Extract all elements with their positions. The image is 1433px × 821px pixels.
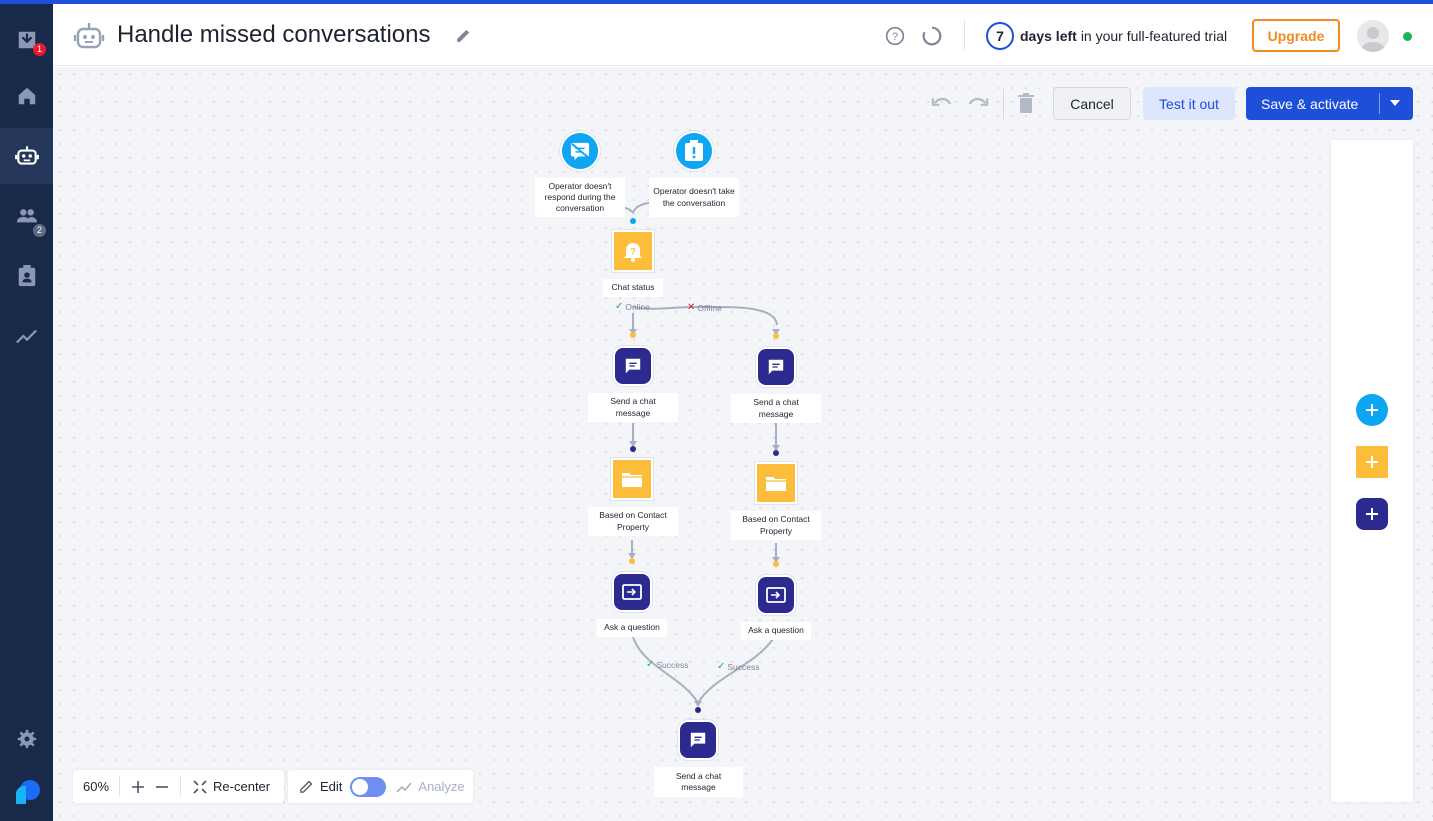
branch-online-label: Online [625,301,650,312]
chat-message-icon [690,732,706,748]
chat-message-icon [768,359,784,375]
cross-icon: ✕ [687,302,696,313]
zoom-in-icon[interactable] [132,780,145,793]
sidebar-item-analytics[interactable] [0,308,53,364]
zoom-controls: 60% Re-center [73,770,284,803]
online-status-dot [1403,32,1412,41]
pencil-icon [300,780,313,793]
help-icon[interactable]: ? [885,26,905,46]
folder-icon [766,477,786,491]
edit-mode-label[interactable]: Edit [320,779,342,794]
action-node-send-message-final[interactable] [678,720,718,760]
loading-icon[interactable] [922,26,942,46]
header-bar: Handle missed conversations ? 7 days lef… [53,4,1433,66]
branch-success-left-label: Success [656,659,689,670]
svg-text:?: ? [892,31,898,43]
sidebar-item-home[interactable] [0,68,53,124]
action-label-send-message-left: Send a chat message [588,393,678,422]
alert-clipboard-icon [685,140,703,161]
branch-online: ✓ Online [615,301,650,312]
ask-question-icon [766,587,786,603]
condition-label-contact-right: Based on Contact Property [731,511,821,540]
sidebar-item-contacts[interactable] [0,188,53,244]
zoom-out-icon[interactable] [156,781,169,793]
branch-success-right: ✓ Success [717,661,760,672]
branch-success-right-label: Success [727,661,760,672]
condition-label-contact-left: Based on Contact Property [588,507,678,536]
svg-text:?: ? [630,247,636,257]
edit-analyze-toggle[interactable] [350,776,387,797]
mode-controls: Edit Analyze [288,770,473,803]
sidebar-item-contact-card[interactable] [0,248,53,304]
user-avatar-icon [1361,27,1385,52]
trigger-label-not-taken: Operator doesn't take the conversation [649,178,739,217]
sidebar-item-inbox[interactable] [0,12,53,68]
trigger-node-not-taken[interactable] [674,131,714,171]
condition-label-chat-status: Chat status [603,279,663,297]
condition-node-chat-status[interactable]: ? [612,230,654,272]
trial-text: in your full-featured trial [1080,28,1228,44]
folder-icon [622,473,642,487]
trial-info: 7 days left in your full-featured trial [986,22,1227,50]
contacts-icon [16,209,37,223]
contact-card-icon [18,265,35,287]
ask-question-icon [622,584,642,600]
bot-icon [14,146,39,165]
edit-title-icon[interactable] [455,27,472,44]
branch-offline: ✕ Offline [687,302,722,313]
action-label-send-message-right: Send a chat message [731,394,821,423]
action-node-ask-right[interactable] [756,575,796,615]
check-icon: ✓ [717,661,726,672]
action-node-send-message-right[interactable] [756,347,796,387]
action-node-send-message-left[interactable] [613,346,653,386]
brand-logo-icon [15,780,40,804]
trigger-node-no-response[interactable] [560,131,600,171]
action-label-send-message-final: Send a chat message [654,767,743,797]
bot-icon [73,23,105,49]
branch-success-left: ✓ Success [646,659,689,670]
action-label-ask-left: Ask a question [597,619,667,637]
recenter-icon [193,779,207,794]
analyze-icon [396,781,413,793]
header-divider [964,20,965,50]
analyze-mode-label[interactable]: Analyze [418,779,464,794]
sidebar: 1 2 [0,4,53,821]
recenter-button[interactable]: Re-center [213,779,270,794]
condition-node-contact-right[interactable] [755,462,797,504]
trigger-label-no-response: Operator doesn't respond during the conv… [535,178,625,217]
sidebar-item-settings[interactable] [0,711,53,767]
sidebar-item-brand[interactable] [0,764,53,820]
page-title: Handle missed conversations [117,21,431,48]
trial-days-label: days left [1020,28,1077,44]
chat-off-icon [570,142,590,161]
zoom-level[interactable]: 60% [73,776,121,797]
inbox-badge: 1 [33,43,46,56]
flow-canvas[interactable]: Cancel Test it out Save & activate Opera… [53,67,1433,821]
flow-connectors [602,202,780,713]
branch-offline-label: Offline [697,302,722,313]
chat-message-icon [625,358,641,374]
settings-icon [17,729,36,749]
upgrade-button[interactable]: Upgrade [1252,19,1340,52]
action-node-ask-left[interactable] [612,572,652,612]
toggle-knob [352,778,369,795]
sidebar-item-bots[interactable] [0,128,53,184]
action-label-ask-right: Ask a question [741,622,811,640]
check-icon: ✓ [615,301,624,312]
trial-days-counter: 7 [986,22,1014,50]
contacts-badge: 2 [33,224,46,237]
analytics-icon [15,329,37,344]
zoom-divider [180,776,182,797]
avatar[interactable] [1357,20,1389,52]
check-icon: ✓ [646,659,655,670]
condition-node-contact-left[interactable] [611,458,653,500]
home-icon [18,87,35,105]
bell-question-icon: ? [624,243,642,262]
